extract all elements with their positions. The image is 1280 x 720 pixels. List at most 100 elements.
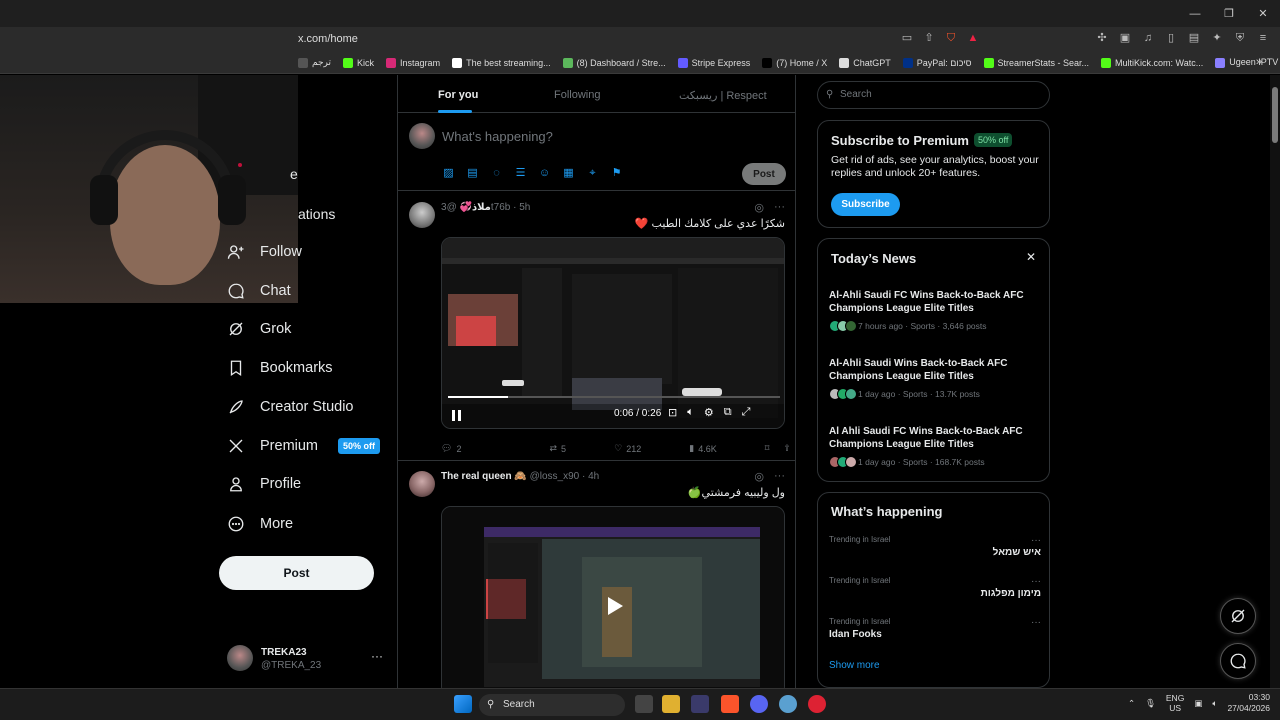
post-button[interactable]: Post — [219, 556, 374, 590]
sidebar-item-notifications-partial[interactable]: ations — [298, 206, 335, 222]
bookmark-button[interactable]: ⌑ ⇪ — [765, 443, 791, 454]
tab-for-you[interactable]: For you — [438, 89, 478, 101]
bookmark-item[interactable]: (8) Dashboard / Stre... — [562, 57, 666, 68]
subscribe-button[interactable]: Subscribe — [831, 193, 900, 216]
location-icon[interactable]: ⌖ — [586, 167, 599, 180]
sidebar-item-creator-studio[interactable]: Creator Studio — [226, 396, 354, 418]
wallet-icon[interactable]: ▤ — [1187, 31, 1201, 45]
brave-rewards-icon[interactable]: ▲ — [966, 31, 980, 45]
network-icon[interactable]: ▣ — [1194, 698, 1202, 709]
avatar[interactable] — [409, 202, 435, 228]
address-bar[interactable]: x.com/home — [298, 33, 358, 45]
tweet[interactable]: ملاذ💞 @3t76b · 5h ◎ ··· شكرًا عدي على كل… — [398, 192, 795, 461]
show-more-link[interactable]: Show more — [829, 660, 880, 671]
tweet-video[interactable]: 0:06 / 0:26 ⊡ 🔈︎ ⚙ ⧉ ⤢ — [441, 237, 785, 429]
start-icon[interactable] — [454, 695, 472, 713]
leo-icon[interactable]: ✦ — [1210, 31, 1224, 45]
sidebar-item-chat[interactable]: Chat — [226, 280, 291, 302]
discord-icon[interactable] — [750, 695, 768, 713]
media-icon[interactable]: ♫ — [1141, 31, 1155, 45]
bookmark-item[interactable]: Ugeen IPTV | تسجيل... — [1215, 57, 1280, 68]
sidebar-item-bookmarks[interactable]: Bookmarks — [226, 357, 333, 379]
tweet-author-name[interactable]: The real queen 🙈 — [441, 471, 527, 482]
recording-app-icon[interactable] — [808, 695, 826, 713]
bookmark-item[interactable]: StreamerStats - Sear... — [983, 57, 1089, 68]
more-icon[interactable]: ··· — [1031, 617, 1041, 628]
play-icon[interactable] — [605, 595, 625, 615]
news-item[interactable]: Al-Ahli Saudi Wins Back-to-Back AFC Cham… — [829, 357, 1041, 400]
sidebar-item-home-partial[interactable]: e — [290, 166, 298, 182]
bookmarks-overflow-icon[interactable]: » — [1256, 56, 1262, 68]
scrollbar-thumb[interactable] — [1272, 87, 1278, 143]
sidebar-item-grok[interactable]: Grok — [226, 318, 291, 340]
flag-icon[interactable]: ⚑ — [610, 167, 623, 180]
trend-item[interactable]: Trending in Israel ··· Idan Fooks — [829, 617, 1041, 640]
grok-explain-icon[interactable]: ◎ — [754, 201, 764, 214]
tweet-handle[interactable]: @loss_x90 — [530, 471, 580, 482]
repost-button[interactable]: ⇄ 5 — [550, 443, 567, 454]
compose-post-button[interactable]: Post — [742, 163, 786, 185]
file-explorer-icon[interactable] — [662, 695, 680, 713]
trend-item[interactable]: Trending in Israel ··· איש שמאל — [829, 535, 1041, 558]
sidebar-item-more[interactable]: More — [226, 513, 293, 535]
volume-icon[interactable]: 🔈︎ — [687, 406, 694, 419]
news-item[interactable]: Al Ahli Saudi FC Wins Back-to-Back AFC C… — [829, 425, 1041, 468]
sidebar-item-profile[interactable]: Profile — [226, 473, 301, 495]
poll-icon[interactable]: ☰ — [514, 167, 527, 180]
vpn-icon[interactable]: ⛨ — [1233, 31, 1247, 45]
grok-fab[interactable] — [1220, 598, 1256, 634]
sidebar-item-follow[interactable]: Follow — [226, 241, 302, 263]
more-icon[interactable]: ··· — [774, 201, 785, 214]
captions-icon[interactable]: ⊡ — [668, 406, 677, 419]
tweet-video[interactable] — [441, 506, 785, 688]
system-clock[interactable]: 03:30 27/04/2026 — [1227, 692, 1270, 714]
trend-item[interactable]: Trending in Israel ··· מימון מפלגות — [829, 576, 1041, 599]
maximize-icon[interactable]: ❐ — [1212, 0, 1246, 27]
bookmark-item[interactable]: (7) Home / X — [762, 57, 827, 68]
menu-icon[interactable]: ≡ — [1256, 31, 1270, 45]
bookmark-item[interactable]: Kick — [343, 57, 374, 68]
more-icon[interactable]: ··· — [1031, 576, 1041, 587]
bookmark-item[interactable]: Stripe Express — [677, 57, 750, 68]
bookmark-item[interactable]: The best streaming... — [452, 57, 551, 68]
news-item[interactable]: Al-Ahli Saudi FC Wins Back-to-Back AFC C… — [829, 289, 1041, 332]
tweet-author-name[interactable]: ملاذ💞 — [460, 202, 491, 213]
schedule-icon[interactable]: ▦ — [562, 167, 575, 180]
extensions-icon[interactable]: ✣ — [1095, 31, 1109, 45]
brave-shield-icon[interactable]: ⛉ — [944, 31, 958, 45]
popout-icon[interactable]: ⧉ — [724, 406, 732, 419]
settings-icon[interactable]: ⚙ — [704, 406, 714, 419]
grok-icon[interactable]: ◌ — [490, 167, 503, 180]
sidebar-icon[interactable]: ▯ — [1164, 31, 1178, 45]
close-icon[interactable]: ✕ — [1026, 250, 1036, 264]
settings-icon[interactable] — [779, 695, 797, 713]
tweet[interactable]: The real queen 🙈 @loss_x90 · 4h ◎ ··· ول… — [398, 461, 795, 688]
reply-button[interactable]: 💬︎ 2 — [441, 443, 461, 454]
gif-icon[interactable]: ▤ — [466, 167, 479, 180]
taskbar-search[interactable]: ⚲ Search — [479, 694, 625, 716]
account-more-icon[interactable]: ··· — [371, 649, 383, 663]
like-button[interactable]: ♡ 212 — [614, 443, 641, 454]
language-indicator[interactable]: ENG US — [1166, 693, 1184, 713]
bookmark-item[interactable]: MultiKick.com: Watc... — [1101, 57, 1203, 68]
share-icon[interactable]: ⇧ — [922, 31, 936, 45]
chevron-up-icon[interactable]: ⌃ — [1128, 698, 1135, 709]
brave-browser-icon[interactable] — [721, 695, 739, 713]
more-icon[interactable]: ··· — [774, 470, 785, 483]
sidebar-item-premium[interactable]: Premium 50% off — [226, 435, 381, 457]
compose-input[interactable]: What's happening? — [442, 129, 553, 144]
volume-icon[interactable]: 🔈︎ — [1212, 698, 1217, 709]
more-icon[interactable]: ··· — [1031, 535, 1041, 546]
tab-respect[interactable]: ريسبكت | Respect — [679, 89, 767, 102]
bookmark-item[interactable]: Instagram — [386, 57, 440, 68]
grok-explain-icon[interactable]: ◎ — [754, 470, 764, 483]
minimize-icon[interactable]: — — [1178, 0, 1212, 27]
fullscreen-icon[interactable]: ⤢ — [742, 406, 751, 419]
account-switcher[interactable]: TREKA23 @TREKA_23 ··· — [227, 643, 387, 673]
screen-icon[interactable]: ▭ — [900, 31, 914, 45]
close-icon[interactable]: ✕ — [1246, 0, 1280, 27]
image-icon[interactable]: ▨ — [442, 167, 455, 180]
bookmark-item[interactable]: ChatGPT — [839, 57, 891, 68]
microphone-icon[interactable]: 🎙︎ — [1145, 698, 1156, 709]
share-icon[interactable]: ⇪ — [783, 443, 791, 454]
